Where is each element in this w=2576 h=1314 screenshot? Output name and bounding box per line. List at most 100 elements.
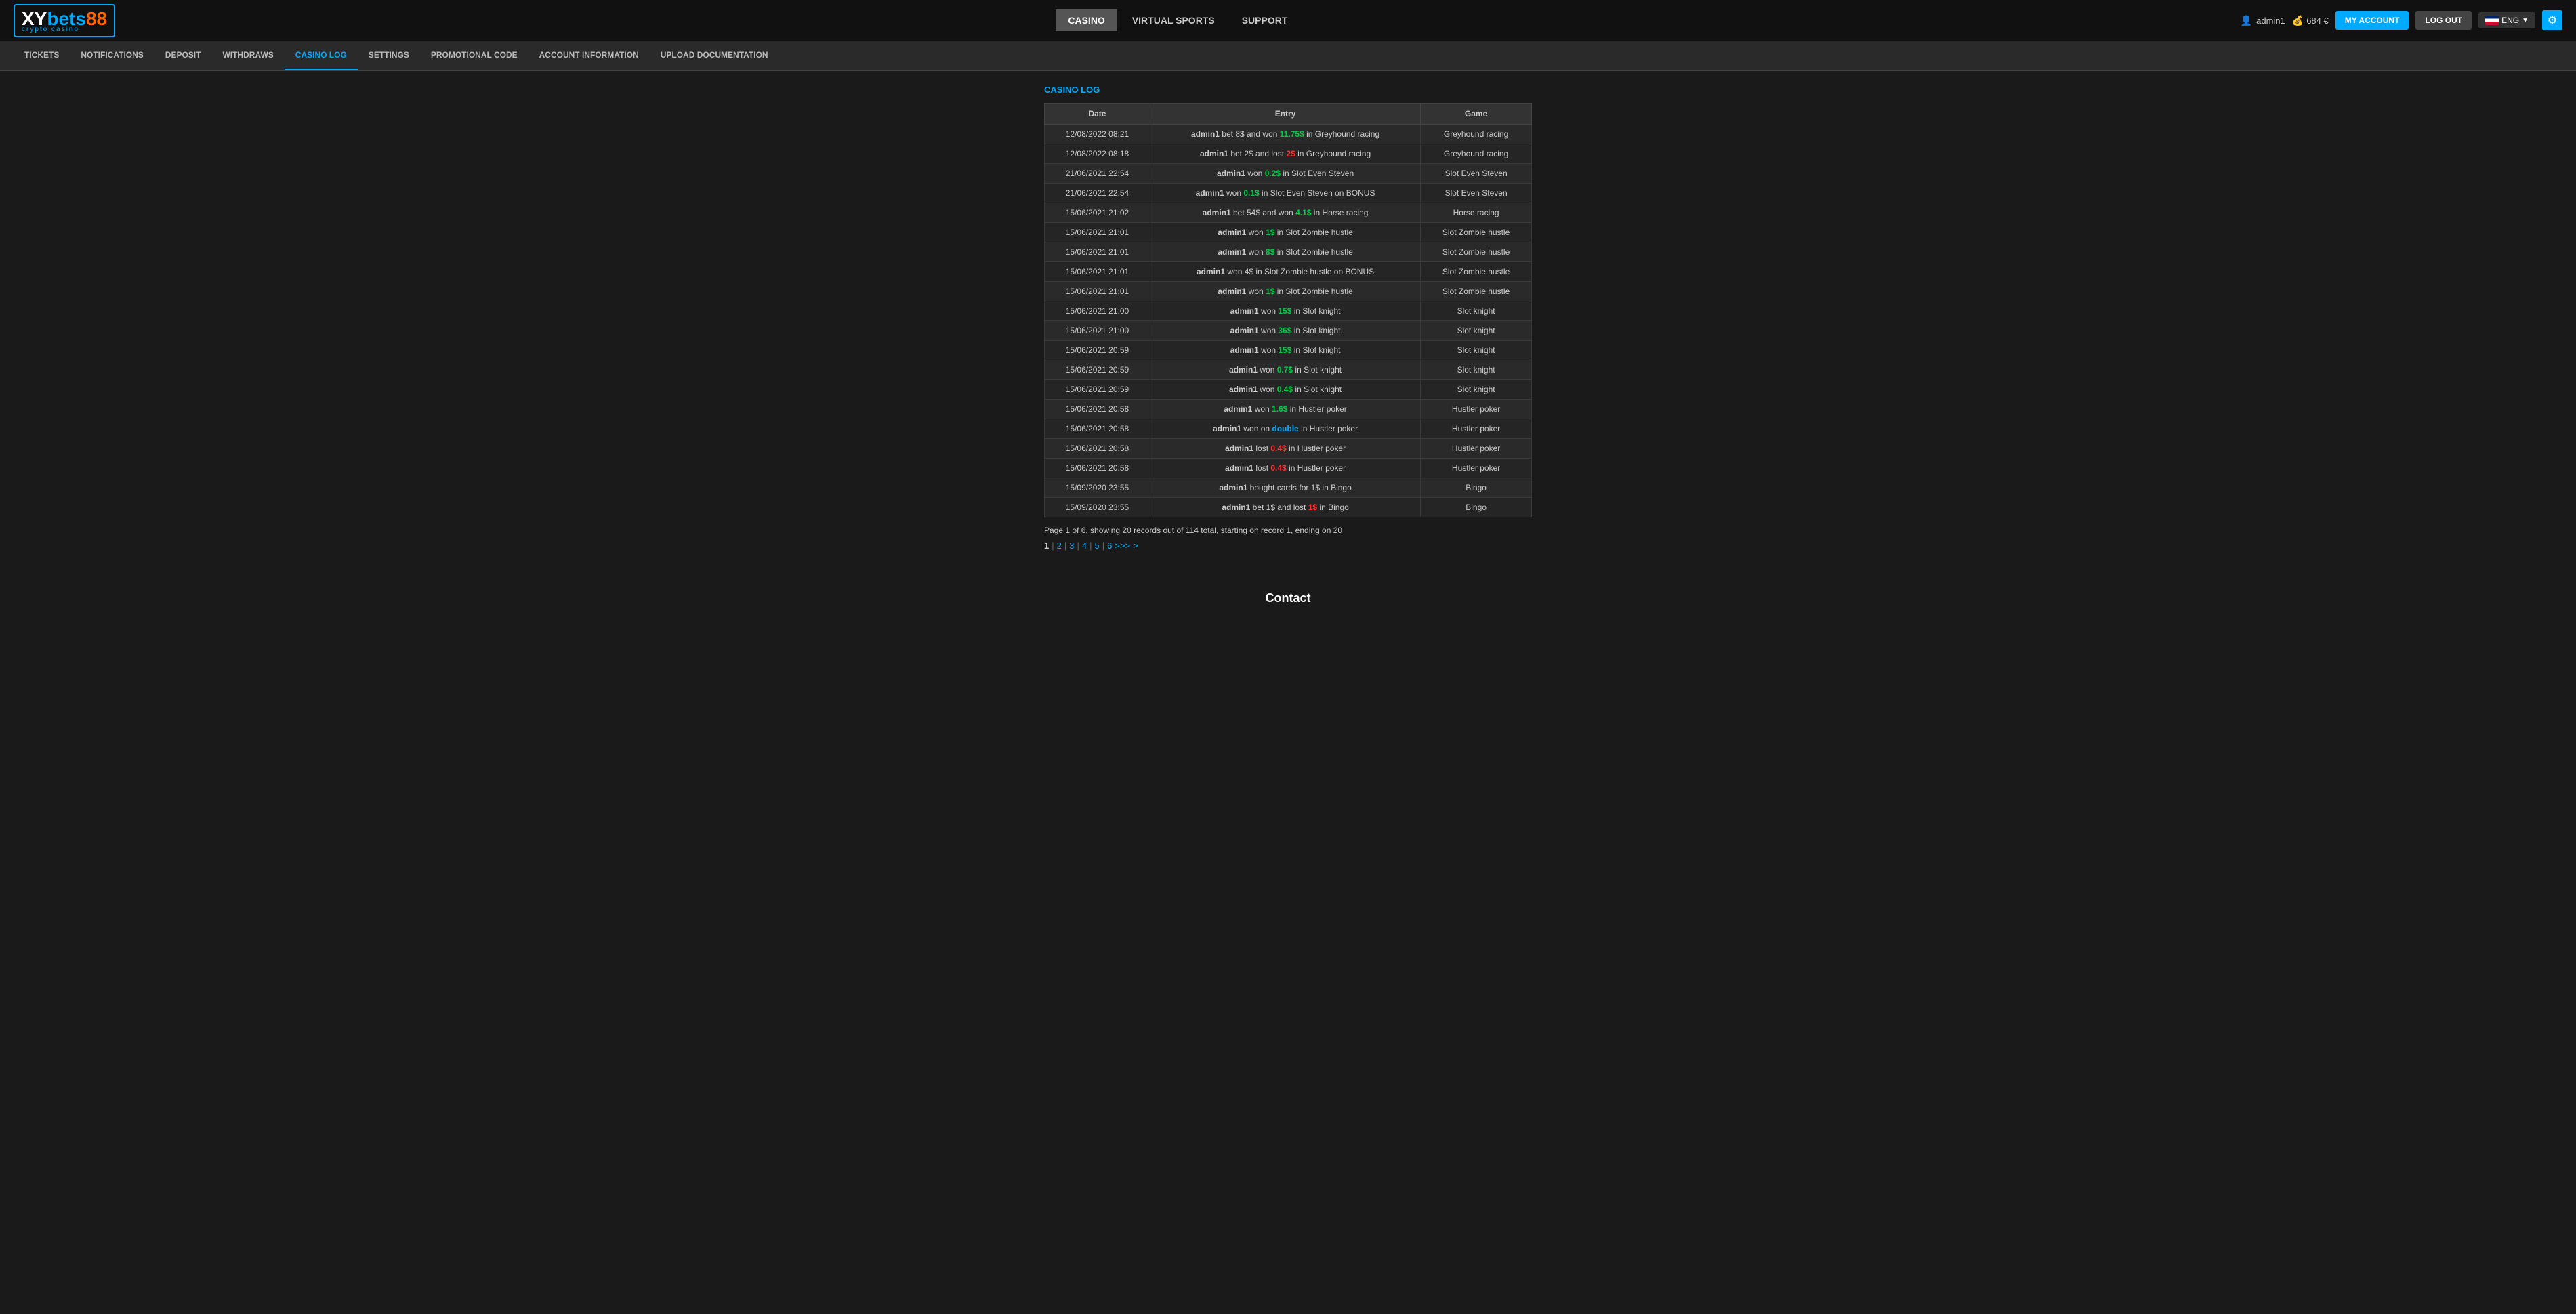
subnav-notifications[interactable]: NOTIFICATIONS (70, 41, 154, 70)
table-row: 15/06/2021 21:00admin1 won 15$ in Slot k… (1045, 301, 1532, 321)
cell-game: Slot Zombie hustle (1421, 223, 1532, 242)
table-row: 15/06/2021 20:58admin1 lost 0.4$ in Hust… (1045, 439, 1532, 459)
cell-entry: admin1 won 1$ in Slot Zombie hustle (1150, 223, 1420, 242)
wallet-icon (2292, 15, 2304, 26)
logout-button[interactable]: LOG OUT (2415, 11, 2472, 30)
cell-game: Bingo (1421, 498, 1532, 517)
balance-info: 684 € (2292, 15, 2329, 26)
cell-date: 21/06/2021 22:54 (1045, 164, 1150, 184)
page-link-3[interactable]: 3 (1069, 541, 1074, 551)
cell-date: 15/06/2021 21:02 (1045, 203, 1150, 223)
page-link-2[interactable]: 2 (1057, 541, 1062, 551)
col-date: Date (1045, 104, 1150, 125)
table-row: 15/06/2021 20:59admin1 won 0.4$ in Slot … (1045, 380, 1532, 400)
cell-game: Slot Zombie hustle (1421, 282, 1532, 301)
table-row: 15/06/2021 20:58admin1 lost 0.4$ in Hust… (1045, 459, 1532, 478)
page-link-5[interactable]: 5 (1095, 541, 1100, 551)
flag-icon (2485, 16, 2499, 25)
cell-entry: admin1 won 15$ in Slot knight (1150, 301, 1420, 321)
page-separator: | (1089, 541, 1092, 551)
table-row: 15/09/2020 23:55admin1 bought cards for … (1045, 478, 1532, 498)
cell-date: 15/06/2021 20:59 (1045, 360, 1150, 380)
cell-entry: admin1 won 1.6$ in Hustler poker (1150, 400, 1420, 419)
nav-casino[interactable]: CASINO (1056, 9, 1117, 31)
chevron-down-icon: ▼ (2522, 17, 2529, 24)
cell-entry: admin1 won 0.1$ in Slot Even Steven on B… (1150, 184, 1420, 203)
cell-entry: admin1 won 4$ in Slot Zombie hustle on B… (1150, 262, 1420, 282)
cell-date: 15/06/2021 20:58 (1045, 459, 1150, 478)
cell-date: 15/06/2021 21:01 (1045, 242, 1150, 262)
cell-game: Slot knight (1421, 341, 1532, 360)
cell-game: Slot Even Steven (1421, 184, 1532, 203)
cell-game: Slot knight (1421, 380, 1532, 400)
language-selector[interactable]: ENG ▼ (2478, 12, 2535, 28)
subnav-upload-documentation[interactable]: UPLOAD DOCUMENTATION (650, 41, 779, 70)
subnav-deposit[interactable]: DEPOSIT (154, 41, 212, 70)
nav-virtual-sports[interactable]: VIRTUAL SPORTS (1120, 9, 1227, 31)
cell-game: Slot Zombie hustle (1421, 242, 1532, 262)
cell-entry: admin1 bought cards for 1$ in Bingo (1150, 478, 1420, 498)
cell-entry: admin1 won 0.2$ in Slot Even Steven (1150, 164, 1420, 184)
cell-game: Greyhound racing (1421, 144, 1532, 164)
cell-entry: admin1 bet 1$ and lost 1$ in Bingo (1150, 498, 1420, 517)
cell-date: 15/06/2021 20:59 (1045, 380, 1150, 400)
page-link-4[interactable]: 4 (1082, 541, 1087, 551)
cell-date: 15/06/2021 21:01 (1045, 282, 1150, 301)
subnav: TICKETS NOTIFICATIONS DEPOSIT WITHDRAWS … (0, 41, 2576, 71)
cell-entry: admin1 won 36$ in Slot knight (1150, 321, 1420, 341)
settings-gear-button[interactable]: ⚙ (2542, 10, 2562, 30)
page-link->>>[interactable]: >>> (1115, 541, 1130, 551)
subnav-settings[interactable]: SETTINGS (358, 41, 420, 70)
table-row: 12/08/2022 08:18admin1 bet 2$ and lost 2… (1045, 144, 1532, 164)
footer-contact: Contact (0, 564, 2576, 619)
cell-game: Bingo (1421, 478, 1532, 498)
subnav-promotional-code[interactable]: PROMOTIONAL CODE (420, 41, 528, 70)
cell-entry: admin1 bet 8$ and won 11.75$ in Greyhoun… (1150, 125, 1420, 144)
subnav-withdraws[interactable]: WITHDRAWS (211, 41, 284, 70)
subnav-tickets[interactable]: TICKETS (14, 41, 70, 70)
col-entry: Entry (1150, 104, 1420, 125)
cell-entry: admin1 won 0.7$ in Slot knight (1150, 360, 1420, 380)
page-link->[interactable]: > (1133, 541, 1138, 551)
subnav-account-information[interactable]: ACCOUNT INFORMATION (528, 41, 650, 70)
table-row: 15/06/2021 20:58admin1 won 1.6$ in Hustl… (1045, 400, 1532, 419)
cell-entry: admin1 won 8$ in Slot Zombie hustle (1150, 242, 1420, 262)
cell-date: 15/06/2021 21:01 (1045, 223, 1150, 242)
table-row: 12/08/2022 08:21admin1 bet 8$ and won 11… (1045, 125, 1532, 144)
cell-game: Slot knight (1421, 360, 1532, 380)
table-row: 15/06/2021 20:59admin1 won 15$ in Slot k… (1045, 341, 1532, 360)
cell-date: 15/09/2020 23:55 (1045, 498, 1150, 517)
cell-game: Greyhound racing (1421, 125, 1532, 144)
table-row: 15/06/2021 21:01admin1 won 4$ in Slot Zo… (1045, 262, 1532, 282)
logo-sub: crypto casino (22, 26, 79, 33)
page-link-6[interactable]: 6 (1107, 541, 1112, 551)
table-row: 15/06/2021 21:01admin1 won 1$ in Slot Zo… (1045, 282, 1532, 301)
cell-game: Hustler poker (1421, 419, 1532, 439)
cell-game: Slot knight (1421, 301, 1532, 321)
page-separator: | (1064, 541, 1066, 551)
table-row: 15/06/2021 21:01admin1 won 8$ in Slot Zo… (1045, 242, 1532, 262)
cell-game: Hustler poker (1421, 439, 1532, 459)
cell-date: 15/06/2021 20:58 (1045, 400, 1150, 419)
cell-game: Slot Even Steven (1421, 164, 1532, 184)
cell-game: Slot knight (1421, 321, 1532, 341)
cell-entry: admin1 bet 54$ and won 4.1$ in Horse rac… (1150, 203, 1420, 223)
table-row: 15/06/2021 21:00admin1 won 36$ in Slot k… (1045, 321, 1532, 341)
cell-entry: admin1 won 1$ in Slot Zombie hustle (1150, 282, 1420, 301)
cell-game: Hustler poker (1421, 400, 1532, 419)
nav-support[interactable]: SUPPORT (1230, 9, 1300, 31)
cell-date: 15/06/2021 21:01 (1045, 262, 1150, 282)
cell-game: Horse racing (1421, 203, 1532, 223)
cell-date: 21/06/2021 22:54 (1045, 184, 1150, 203)
casino-log-table: Date Entry Game 12/08/2022 08:21admin1 b… (1044, 103, 1532, 517)
cell-date: 15/06/2021 21:00 (1045, 321, 1150, 341)
table-row: 15/06/2021 20:58admin1 won on double in … (1045, 419, 1532, 439)
cell-game: Hustler poker (1421, 459, 1532, 478)
cell-date: 15/06/2021 20:59 (1045, 341, 1150, 360)
cell-game: Slot Zombie hustle (1421, 262, 1532, 282)
page-separator: | (1052, 541, 1054, 551)
my-account-button[interactable]: MY ACCOUNT (2335, 11, 2409, 30)
pagination-info: Page 1 of 6, showing 20 records out of 1… (1044, 526, 1532, 535)
subnav-casino-log[interactable]: CASINO LOG (285, 41, 358, 70)
logo: XYbets88 crypto casino (14, 4, 115, 37)
